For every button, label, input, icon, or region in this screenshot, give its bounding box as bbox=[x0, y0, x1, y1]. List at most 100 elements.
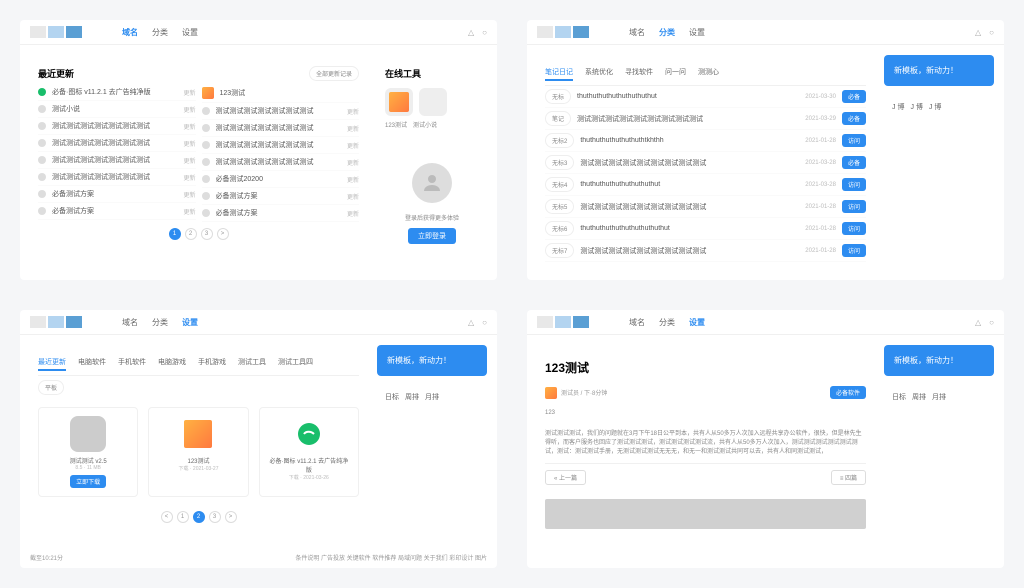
tab[interactable]: 测测心 bbox=[698, 67, 719, 81]
bell-icon[interactable]: △ bbox=[975, 28, 981, 37]
list-item[interactable]: 必备测试方案更新 bbox=[202, 205, 360, 222]
user-icon[interactable]: ○ bbox=[482, 28, 487, 37]
row-meta: 更新 bbox=[347, 192, 359, 201]
side-tag[interactable]: 日标 bbox=[385, 392, 399, 402]
tool-icon-1[interactable] bbox=[385, 88, 413, 116]
list-item[interactable]: 123测试 bbox=[202, 84, 360, 103]
tab[interactable]: 寻找软件 bbox=[625, 67, 653, 81]
user-icon[interactable]: ○ bbox=[989, 318, 994, 327]
next-button[interactable]: ≡ 四篇 bbox=[831, 470, 866, 485]
list-item[interactable]: 测试测试测试测试测试测试测试更新 bbox=[202, 154, 360, 171]
app-card[interactable]: 测试测试 v2.58.5 · 11 MB立即下载 bbox=[38, 407, 138, 497]
list-item[interactable]: 测试测试测试测试测试测试测试更新 bbox=[38, 152, 196, 169]
row-action-btn[interactable]: 访问 bbox=[842, 200, 866, 213]
list-item[interactable]: 测试测试测试测试测试测试测试更新 bbox=[38, 135, 196, 152]
page-button[interactable]: 2 bbox=[193, 511, 205, 523]
row-tag: 无标5 bbox=[545, 199, 574, 214]
tab[interactable]: 手机游戏 bbox=[198, 357, 226, 371]
row-action-btn[interactable]: 必备 bbox=[842, 112, 866, 125]
list-item[interactable]: 必备·图标 v11.2.1 去广告纯净版更新 bbox=[38, 84, 196, 101]
nav-domain[interactable]: 域名 bbox=[122, 317, 138, 328]
row-action-btn[interactable]: 访问 bbox=[842, 222, 866, 235]
nav-settings[interactable]: 设置 bbox=[182, 27, 198, 38]
side-tag[interactable]: J 博 bbox=[929, 102, 941, 112]
nav-settings[interactable]: 设置 bbox=[182, 317, 198, 328]
tab[interactable]: 手机软件 bbox=[118, 357, 146, 371]
list-item[interactable]: 无标5测试测试测试测试测试测试测试测试测试2021-01-28访问 bbox=[545, 196, 866, 218]
tab[interactable]: 问一问 bbox=[665, 67, 686, 81]
tab[interactable]: 电脑游戏 bbox=[158, 357, 186, 371]
nav-category[interactable]: 分类 bbox=[152, 317, 168, 328]
list-item[interactable]: 测试测试测试测试测试测试测试更新 bbox=[202, 103, 360, 120]
user-icon[interactable]: ○ bbox=[989, 28, 994, 37]
tab[interactable]: 测试工具 bbox=[238, 357, 266, 371]
promo-banner[interactable]: 新模板，新动力！ bbox=[884, 345, 994, 376]
filter-pill[interactable]: 平板 bbox=[38, 380, 64, 395]
filter-pill[interactable]: 全部更新记录 bbox=[309, 66, 359, 81]
list-item[interactable]: 测试测试测试测试测试测试测试更新 bbox=[38, 169, 196, 186]
download-button[interactable]: 立即下载 bbox=[70, 475, 106, 488]
row-action-btn[interactable]: 访问 bbox=[842, 244, 866, 257]
promo-banner[interactable]: 新模板，新动力！ bbox=[377, 345, 487, 376]
prev-button[interactable]: « 上一篇 bbox=[545, 470, 586, 485]
nav-settings[interactable]: 设置 bbox=[689, 317, 705, 328]
nav-domain[interactable]: 域名 bbox=[629, 27, 645, 38]
list-item[interactable]: 必备测试20200更新 bbox=[202, 171, 360, 188]
list-item[interactable]: 测试测试测试测试测试测试测试更新 bbox=[202, 137, 360, 154]
app-card[interactable]: 必备·图标 v11.2.1 去广告纯净版下载 · 2021-03-26 bbox=[259, 407, 359, 497]
row-action-btn[interactable]: 访问 bbox=[842, 134, 866, 147]
page-button[interactable]: < bbox=[161, 511, 173, 523]
side-tag[interactable]: J 博 bbox=[910, 102, 922, 112]
promo-banner[interactable]: 新模板，新动力！ bbox=[884, 55, 994, 86]
nav-category[interactable]: 分类 bbox=[659, 317, 675, 328]
row-action-btn[interactable]: 必备 bbox=[842, 156, 866, 169]
nav-domain[interactable]: 域名 bbox=[629, 317, 645, 328]
list-item[interactable]: 无标thuthuthuthuthuthuthuthut2021-03-30必备 bbox=[545, 86, 866, 108]
article-tag-btn[interactable]: 必备软件 bbox=[830, 386, 866, 399]
tab[interactable]: 系统优化 bbox=[585, 67, 613, 81]
nav-category[interactable]: 分类 bbox=[659, 27, 675, 38]
page-button[interactable]: > bbox=[217, 228, 229, 240]
page-button[interactable]: 1 bbox=[169, 228, 181, 240]
list-item[interactable]: 必备测试方案更新 bbox=[38, 186, 196, 203]
side-tag[interactable]: 月排 bbox=[932, 392, 946, 402]
bell-icon[interactable]: △ bbox=[975, 318, 981, 327]
nav-domain[interactable]: 域名 bbox=[122, 27, 138, 38]
list-item[interactable]: 笔记测试测试测试测试测试测试测试测试测试2021-03-29必备 bbox=[545, 108, 866, 130]
list-item[interactable]: 无标7测试测试测试测试测试测试测试测试测试2021-01-28访问 bbox=[545, 240, 866, 262]
page-button[interactable]: 3 bbox=[201, 228, 213, 240]
bell-icon[interactable]: △ bbox=[468, 28, 474, 37]
row-action-btn[interactable]: 必备 bbox=[842, 90, 866, 103]
tab[interactable]: 测试工具四 bbox=[278, 357, 313, 371]
nav-settings[interactable]: 设置 bbox=[689, 27, 705, 38]
login-button[interactable]: 立即登录 bbox=[408, 228, 456, 244]
side-tag[interactable]: 月排 bbox=[425, 392, 439, 402]
app-card[interactable]: 123测试下载 · 2021-03-27 bbox=[148, 407, 248, 497]
list-item[interactable]: 测试测试测试测试测试测试测试更新 bbox=[202, 120, 360, 137]
nav-category[interactable]: 分类 bbox=[152, 27, 168, 38]
user-icon[interactable]: ○ bbox=[482, 318, 487, 327]
side-tag[interactable]: 周排 bbox=[912, 392, 926, 402]
side-tag[interactable]: 周排 bbox=[405, 392, 419, 402]
page-button[interactable]: 2 bbox=[185, 228, 197, 240]
list-item[interactable]: 必备测试方案更新 bbox=[202, 188, 360, 205]
list-item[interactable]: 无标4thuthuthuthuthuthuthuthut2021-03-28访问 bbox=[545, 174, 866, 196]
page-button[interactable]: 3 bbox=[209, 511, 221, 523]
tab[interactable]: 电脑软件 bbox=[78, 357, 106, 371]
list-item[interactable]: 无标6thuthuthuthuthuthuthuthuthut2021-01-2… bbox=[545, 218, 866, 240]
row-action-btn[interactable]: 访问 bbox=[842, 178, 866, 191]
tab[interactable]: 笔记日记 bbox=[545, 67, 573, 81]
tab[interactable]: 最近更新 bbox=[38, 357, 66, 371]
page-button[interactable]: 1 bbox=[177, 511, 189, 523]
bell-icon[interactable]: △ bbox=[468, 318, 474, 327]
list-item[interactable]: 测试测试测试测试测试测试测试更新 bbox=[38, 118, 196, 135]
tool-icon-2[interactable] bbox=[419, 88, 447, 116]
list-item[interactable]: 无标3测试测试测试测试测试测试测试测试测试2021-03-28必备 bbox=[545, 152, 866, 174]
list-item[interactable]: 测试小说更新 bbox=[38, 101, 196, 118]
page-button[interactable]: > bbox=[225, 511, 237, 523]
list-item[interactable]: 必备测试方案更新 bbox=[38, 203, 196, 220]
side-tag[interactable]: J 博 bbox=[892, 102, 904, 112]
side-tag[interactable]: 日标 bbox=[892, 392, 906, 402]
list-item[interactable]: 无标2thuthuthuthuthuthuthtkhthh2021-01-28访… bbox=[545, 130, 866, 152]
row-date: 2021-01-28 bbox=[805, 138, 836, 144]
